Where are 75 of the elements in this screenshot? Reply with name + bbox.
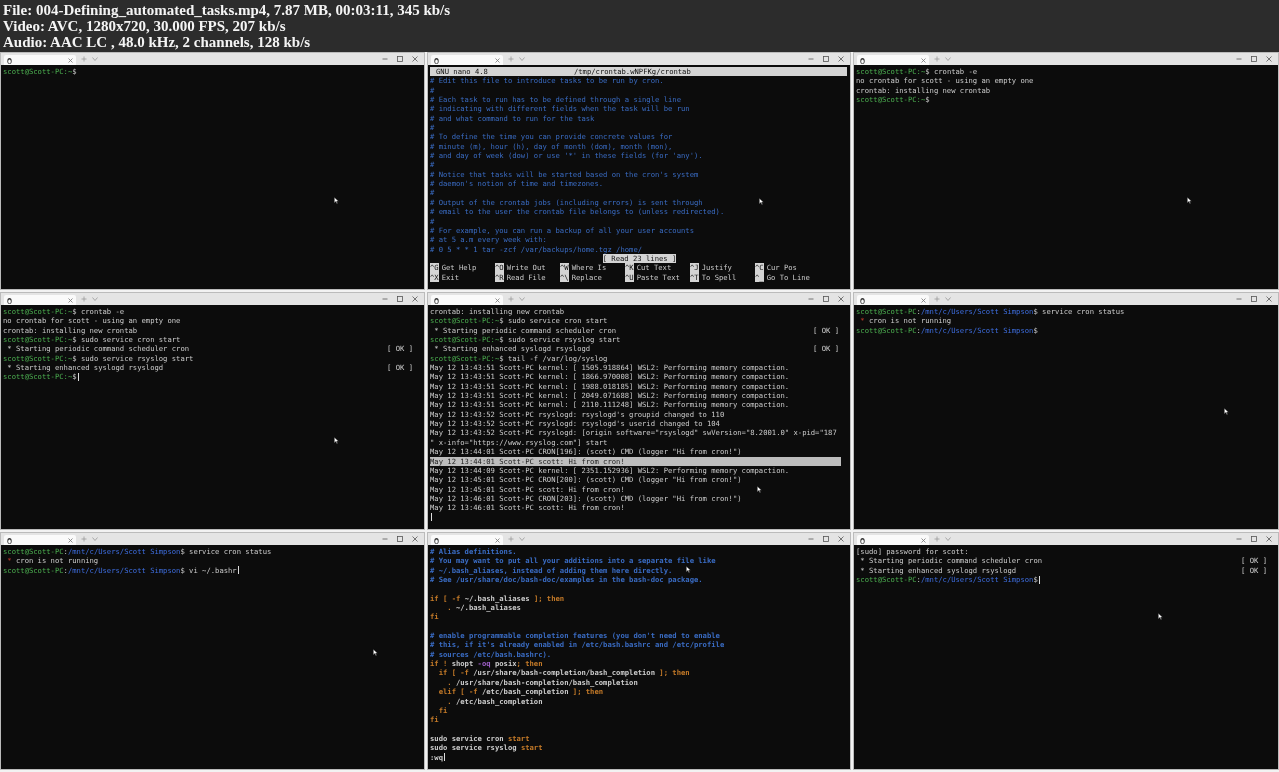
close-icon[interactable] <box>68 537 73 543</box>
minimize-icon[interactable] <box>808 56 814 62</box>
minimize-icon[interactable] <box>382 56 388 62</box>
media-info-line: Audio: AAC LC , 48.0 kHz, 2 channels, 128 kb/s <box>3 34 311 51</box>
plus-icon[interactable] <box>81 536 87 542</box>
caret-icon[interactable] <box>92 57 98 61</box>
close-icon[interactable] <box>495 57 500 63</box>
maximize-icon[interactable] <box>823 536 829 542</box>
tab[interactable] <box>431 55 503 65</box>
plus-icon[interactable] <box>934 536 940 542</box>
minimize-icon[interactable] <box>382 296 388 302</box>
minimize-icon[interactable] <box>808 536 814 542</box>
plus-icon[interactable] <box>508 296 514 302</box>
plus-icon[interactable] <box>934 56 940 62</box>
maximize-icon[interactable] <box>397 296 403 302</box>
media-info-line: File: 004-Defining_automated_tasks.mp4, 7.87 MB, 00:03:11, 345 kb/s <box>3 1 451 18</box>
close-icon[interactable] <box>838 536 844 542</box>
caret-icon[interactable] <box>519 297 525 301</box>
close-icon[interactable] <box>495 537 500 543</box>
plus-icon[interactable] <box>81 56 87 62</box>
tab[interactable] <box>857 535 929 545</box>
minimize-icon[interactable] <box>1236 536 1242 542</box>
close-icon[interactable] <box>921 57 926 63</box>
minimize-icon[interactable] <box>808 296 814 302</box>
close-icon[interactable] <box>412 56 418 62</box>
tab[interactable] <box>4 55 76 65</box>
mouse-pointer-icon <box>1187 197 1192 204</box>
caret-icon[interactable] <box>92 537 98 541</box>
maximize-icon[interactable] <box>397 56 403 62</box>
mouse-pointer-icon <box>757 486 762 493</box>
maximize-icon[interactable] <box>823 296 829 302</box>
close-icon[interactable] <box>68 297 73 303</box>
plus-icon[interactable] <box>508 536 514 542</box>
caret-icon[interactable] <box>519 57 525 61</box>
plus-icon[interactable] <box>934 296 940 302</box>
close-icon[interactable] <box>921 537 926 543</box>
maximize-icon[interactable] <box>1251 296 1257 302</box>
tab[interactable] <box>431 295 503 305</box>
tab[interactable] <box>857 295 929 305</box>
close-icon[interactable] <box>921 297 926 303</box>
minimize-icon[interactable] <box>1236 56 1242 62</box>
caret-icon[interactable] <box>92 297 98 301</box>
tab[interactable] <box>4 295 76 305</box>
caret-icon[interactable] <box>945 57 951 61</box>
close-icon[interactable] <box>838 296 844 302</box>
mouse-pointer-icon <box>759 198 764 205</box>
mouse-pointer-icon <box>1224 408 1229 415</box>
maximize-icon[interactable] <box>1251 536 1257 542</box>
mouse-pointer-icon <box>686 566 691 573</box>
caret-icon[interactable] <box>519 537 525 541</box>
tab[interactable] <box>4 535 76 545</box>
close-icon[interactable] <box>838 56 844 62</box>
plus-icon[interactable] <box>508 56 514 62</box>
plus-icon[interactable] <box>81 296 87 302</box>
close-icon[interactable] <box>495 297 500 303</box>
maximize-icon[interactable] <box>823 56 829 62</box>
close-icon[interactable] <box>68 57 73 63</box>
tab[interactable] <box>857 55 929 65</box>
mouse-pointer-icon <box>1158 613 1163 620</box>
tab[interactable] <box>431 535 503 545</box>
minimize-icon[interactable] <box>382 536 388 542</box>
mouse-pointer-icon <box>334 197 339 204</box>
close-icon[interactable] <box>1266 536 1272 542</box>
mouse-pointer-icon <box>334 437 339 444</box>
close-icon[interactable] <box>412 536 418 542</box>
media-info-line: Video: AVC, 1280x720, 30.000 FPS, 207 kb/s <box>3 17 286 35</box>
close-icon[interactable] <box>1266 296 1272 302</box>
maximize-icon[interactable] <box>1251 56 1257 62</box>
close-icon[interactable] <box>412 296 418 302</box>
maximize-icon[interactable] <box>397 536 403 542</box>
minimize-icon[interactable] <box>1236 296 1242 302</box>
close-icon[interactable] <box>1266 56 1272 62</box>
mouse-pointer-icon <box>373 649 378 656</box>
caret-icon[interactable] <box>945 537 951 541</box>
caret-icon[interactable] <box>945 297 951 301</box>
